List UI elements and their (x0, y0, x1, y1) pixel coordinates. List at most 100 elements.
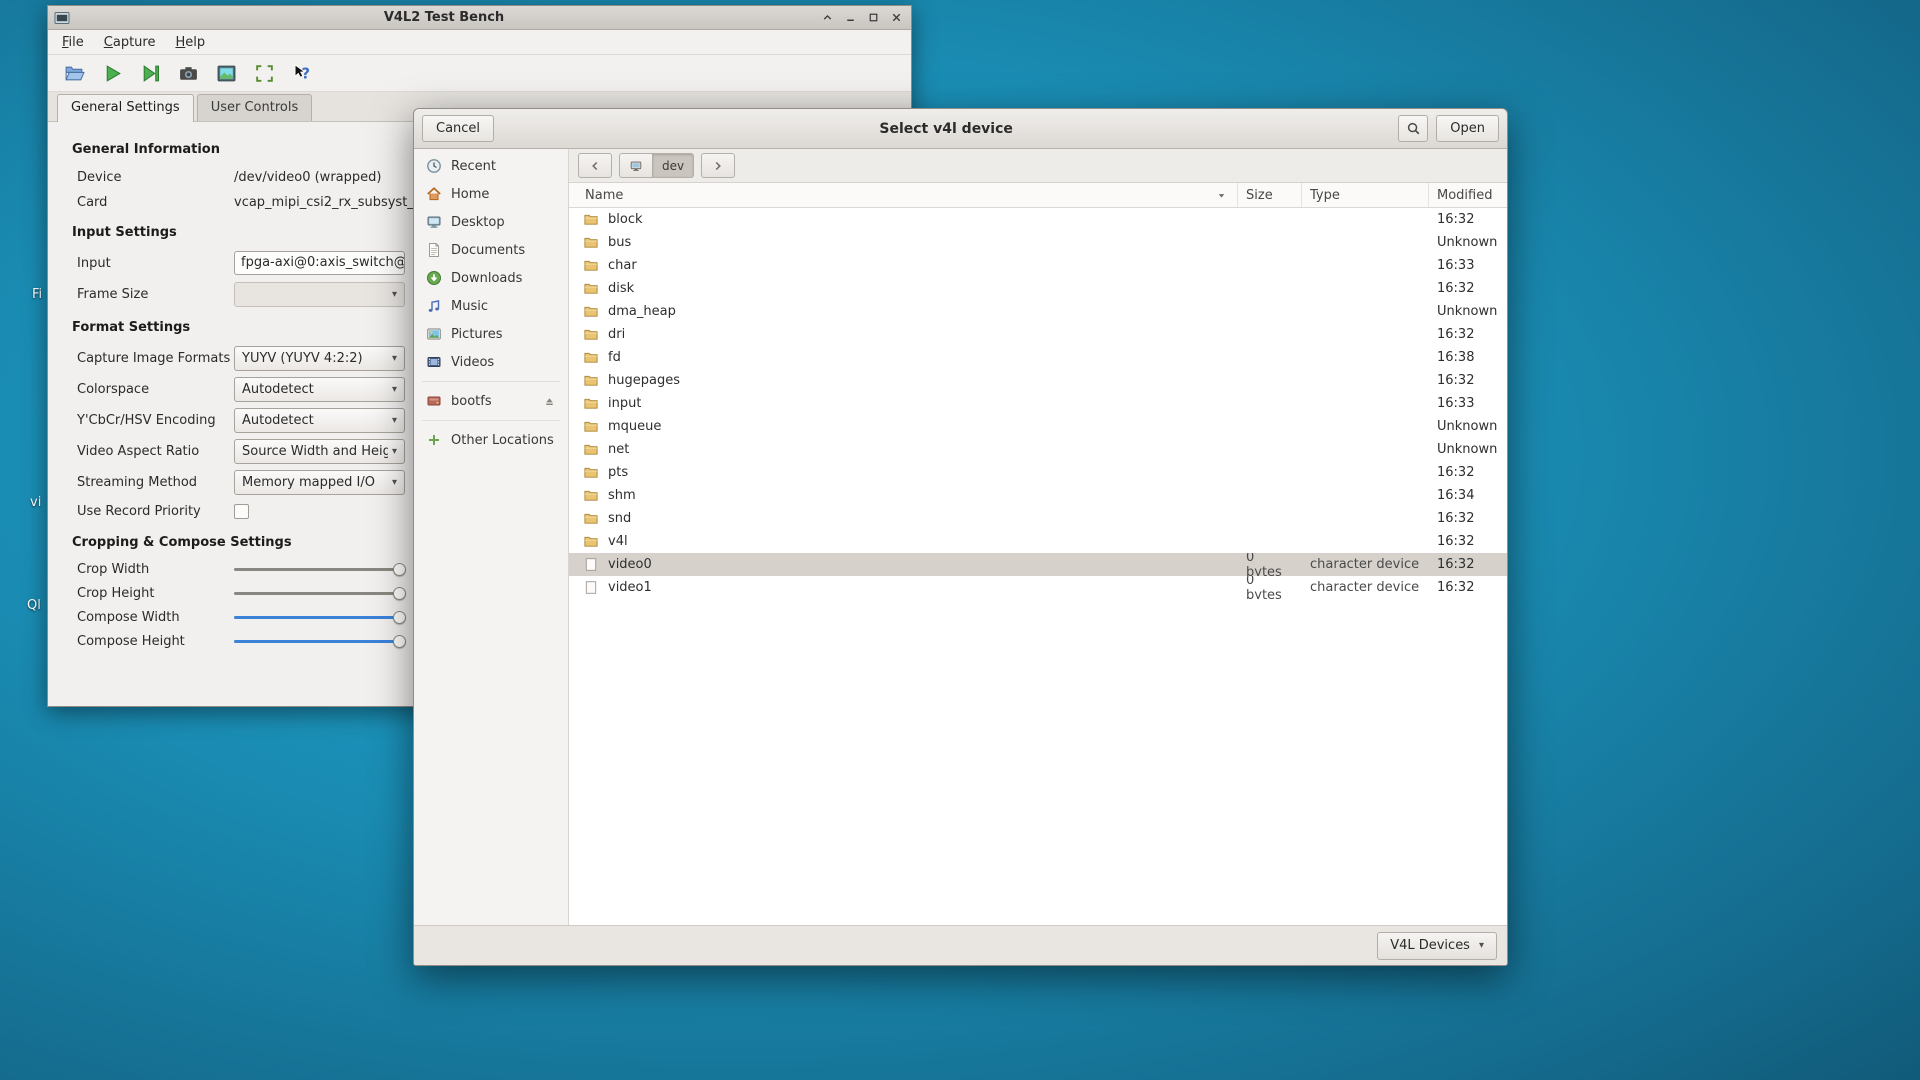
context-help-button[interactable] (289, 60, 316, 87)
capture-image-formats-dropdown[interactable]: YUYV (YUYV 4:2:2)▾ (234, 346, 405, 371)
file-row-dma-heap[interactable]: dma_heapUnknown (569, 300, 1507, 323)
show-frames-button[interactable] (213, 60, 240, 87)
sidebar-item-videos[interactable]: Videos (414, 348, 568, 376)
app-titlebar[interactable]: V4L2 Test Bench (48, 6, 911, 30)
use-record-priority-checkbox[interactable] (234, 504, 249, 519)
sidebar-item-bootfs[interactable]: bootfs (414, 387, 568, 415)
compose-width-slider[interactable] (234, 609, 406, 626)
menu-help[interactable]: Help (165, 30, 215, 54)
field-label: Compose Height (77, 634, 234, 649)
file-row-mqueue[interactable]: mqueueUnknown (569, 415, 1507, 438)
fullscreen-button[interactable] (251, 60, 278, 87)
eject-icon[interactable] (543, 395, 556, 408)
y-cbcr-hsv-encoding-dropdown[interactable]: Autodetect▾ (234, 408, 405, 433)
file-size (1238, 530, 1302, 553)
crop-width-slider[interactable] (234, 561, 406, 578)
slider-handle[interactable] (393, 563, 406, 576)
sidebar-item-desktop[interactable]: Desktop (414, 208, 568, 236)
computer-icon (629, 159, 643, 173)
tab-general-settings[interactable]: General Settings (57, 94, 194, 122)
field-label: Device (77, 170, 234, 185)
column-header-type[interactable]: Type (1302, 183, 1429, 207)
maximize-icon (867, 11, 880, 24)
slider-handle[interactable] (393, 635, 406, 648)
column-header-size[interactable]: Size (1238, 183, 1302, 207)
column-header-modified[interactable]: Modified (1429, 183, 1507, 207)
field-label: Colorspace (77, 382, 234, 397)
slider-handle[interactable] (393, 587, 406, 600)
colorspace-dropdown[interactable]: Autodetect▾ (234, 377, 405, 402)
file-name-cell: bus (569, 231, 1238, 254)
forward-button[interactable] (701, 153, 735, 178)
open-device-button[interactable] (61, 60, 88, 87)
file-row-shm[interactable]: shm16:34 (569, 484, 1507, 507)
file-type-filter[interactable]: V4L Devices ▾ (1377, 932, 1497, 960)
compose-height-slider[interactable] (234, 633, 406, 650)
back-button[interactable] (578, 153, 612, 178)
search-button[interactable] (1398, 115, 1428, 142)
column-header-name[interactable]: Name (569, 183, 1238, 207)
file-name-cell: video1 (569, 576, 1238, 599)
file-row-hugepages[interactable]: hugepages16:32 (569, 369, 1507, 392)
desktop-icon-label[interactable]: Ql (27, 598, 41, 613)
desktop-icon-label[interactable]: Fi (32, 287, 42, 302)
close-button[interactable] (887, 9, 905, 26)
slider-handle[interactable] (393, 611, 406, 624)
sidebar-item-other-locations[interactable]: Other Locations (414, 426, 568, 454)
file-row-net[interactable]: netUnknown (569, 438, 1507, 461)
computer-root-button[interactable] (619, 153, 652, 178)
places-sidebar: Recent Home DesktopDocumentsDownloads Music… (414, 149, 569, 925)
sidebar-item-documents[interactable]: Documents (414, 236, 568, 264)
file-name: pts (608, 465, 628, 480)
menu-file[interactable]: File (52, 30, 94, 54)
snapshot-button[interactable] (175, 60, 202, 87)
file-row-v4l[interactable]: v4l16:32 (569, 530, 1507, 553)
music-icon (426, 298, 442, 314)
file-row-fd[interactable]: fd16:38 (569, 346, 1507, 369)
sidebar-item-downloads[interactable]: Downloads (414, 264, 568, 292)
desktop-icon-label[interactable]: vi (30, 495, 41, 510)
streaming-method-dropdown[interactable]: Memory mapped I/O▾ (234, 470, 405, 495)
open-button[interactable]: Open (1436, 115, 1499, 142)
video-aspect-ratio-dropdown[interactable]: Source Width and Height▾ (234, 439, 405, 464)
file-row-dri[interactable]: dri16:32 (569, 323, 1507, 346)
file-name: mqueue (608, 419, 661, 434)
file-icon (583, 580, 599, 595)
file-row-char[interactable]: char16:33 (569, 254, 1507, 277)
sidebar-item-recent[interactable]: Recent (414, 152, 568, 180)
file-row-input[interactable]: input16:33 (569, 392, 1507, 415)
maximize-button[interactable] (864, 9, 882, 26)
file-list[interactable]: block16:32busUnknownchar16:33disk16:32dm… (569, 208, 1507, 925)
sidebar-item-label: Home (451, 187, 556, 202)
input-input[interactable]: fpga-axi@0:axis_switch@0 (234, 251, 405, 275)
file-icon (583, 557, 599, 572)
folder-icon (583, 465, 599, 480)
videos-icon (426, 354, 442, 370)
step-frame-button[interactable] (137, 60, 164, 87)
image-viewer-icon (216, 63, 237, 84)
sidebar-item-music[interactable]: Music (414, 292, 568, 320)
crop-height-slider[interactable] (234, 585, 406, 602)
file-row-video0[interactable]: video00 bytescharacter device16:32 (569, 553, 1507, 576)
file-row-video1[interactable]: video10 bytescharacter device16:32 (569, 576, 1507, 599)
sidebar-item-label: Music (451, 299, 556, 314)
file-row-bus[interactable]: busUnknown (569, 231, 1507, 254)
file-type (1302, 300, 1429, 323)
file-row-block[interactable]: block16:32 (569, 208, 1507, 231)
menu-capture[interactable]: Capture (94, 30, 166, 54)
minimize-button[interactable] (841, 9, 859, 26)
sidebar-item-home[interactable]: Home (414, 180, 568, 208)
cancel-button[interactable]: Cancel (422, 115, 494, 142)
window-controls (818, 9, 905, 26)
sidebar-item-pictures[interactable]: Pictures (414, 320, 568, 348)
tab-user-controls[interactable]: User Controls (197, 94, 313, 121)
app-icon (54, 10, 70, 26)
path-segment-dev[interactable]: dev (652, 153, 694, 178)
shade-button[interactable] (818, 9, 836, 26)
file-row-snd[interactable]: snd16:32 (569, 507, 1507, 530)
file-row-disk[interactable]: disk16:32 (569, 277, 1507, 300)
dropdown-value: YUYV (YUYV 4:2:2) (242, 351, 388, 366)
start-capture-button[interactable] (99, 60, 126, 87)
file-size (1238, 415, 1302, 438)
file-row-pts[interactable]: pts16:32 (569, 461, 1507, 484)
